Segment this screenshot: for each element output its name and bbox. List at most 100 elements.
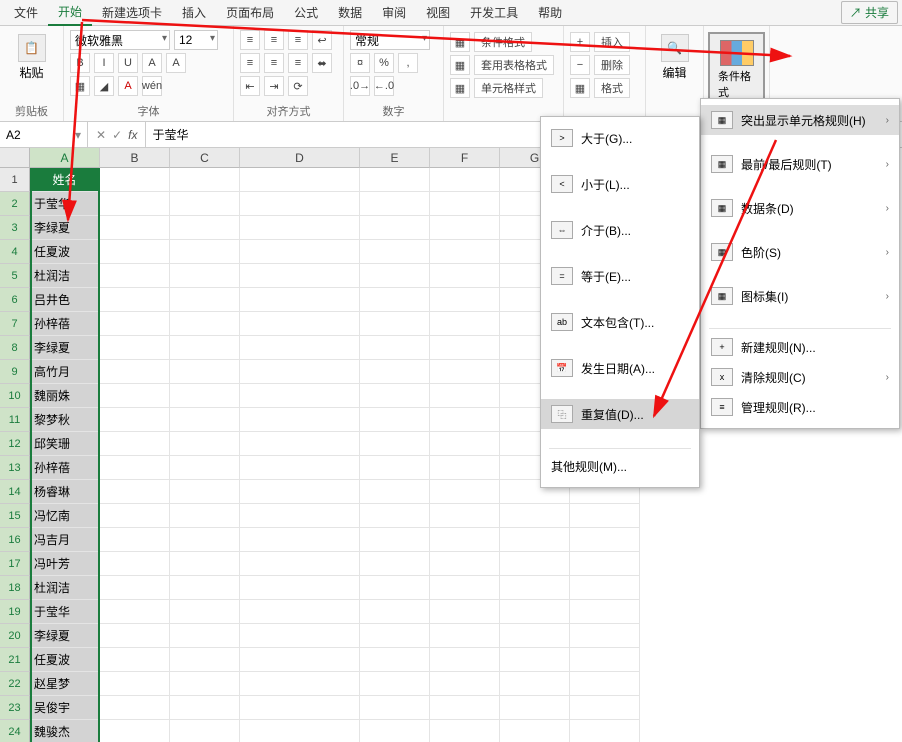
row-header[interactable]: 17: [0, 552, 30, 576]
cell[interactable]: [170, 288, 240, 312]
cell[interactable]: 杜润洁: [30, 264, 100, 288]
cell[interactable]: 李绿夏: [30, 216, 100, 240]
font-name-select[interactable]: 微软雅黑: [70, 30, 170, 50]
cell[interactable]: [100, 216, 170, 240]
cell[interactable]: [170, 456, 240, 480]
cell[interactable]: 杨睿琳: [30, 480, 100, 504]
cell[interactable]: [570, 576, 640, 600]
row-header[interactable]: 21: [0, 648, 30, 672]
row-header[interactable]: 7: [0, 312, 30, 336]
tab-review[interactable]: 审阅: [372, 0, 416, 25]
cell[interactable]: [570, 600, 640, 624]
tab-data[interactable]: 数据: [328, 0, 372, 25]
indent-dec-button[interactable]: ⇤: [240, 76, 260, 96]
edit-button[interactable]: 🔍 编辑: [652, 30, 697, 85]
fx-icon[interactable]: fx: [128, 128, 137, 142]
menu-item[interactable]: +新建规则(N)...: [701, 332, 899, 362]
cell[interactable]: [240, 480, 360, 504]
cell[interactable]: [360, 504, 430, 528]
cell[interactable]: [430, 552, 500, 576]
cell[interactable]: [500, 528, 570, 552]
enter-icon[interactable]: ✓: [112, 128, 122, 142]
cell[interactable]: [430, 648, 500, 672]
wrap-button[interactable]: ↩: [312, 30, 332, 50]
row-header[interactable]: 24: [0, 720, 30, 742]
cell[interactable]: [240, 312, 360, 336]
cell[interactable]: 李绿夏: [30, 336, 100, 360]
cell[interactable]: [240, 432, 360, 456]
cell[interactable]: [430, 480, 500, 504]
row-header[interactable]: 20: [0, 624, 30, 648]
cell[interactable]: [100, 168, 170, 192]
cell[interactable]: [170, 192, 240, 216]
cell[interactable]: 魏骏杰: [30, 720, 100, 742]
cell[interactable]: [360, 456, 430, 480]
cell[interactable]: 杜润洁: [30, 576, 100, 600]
cell[interactable]: 高竹月: [30, 360, 100, 384]
cell[interactable]: 冯忆南: [30, 504, 100, 528]
cell[interactable]: [240, 456, 360, 480]
cell[interactable]: [100, 360, 170, 384]
cell[interactable]: [500, 672, 570, 696]
cell[interactable]: [430, 264, 500, 288]
cell[interactable]: [240, 504, 360, 528]
cell[interactable]: [240, 240, 360, 264]
insert-button[interactable]: 插入: [594, 32, 630, 52]
cell[interactable]: [240, 192, 360, 216]
row-header[interactable]: 15: [0, 504, 30, 528]
tab-help[interactable]: 帮助: [528, 0, 572, 25]
menu-item[interactable]: ▦突出显示单元格规则(H)›: [701, 105, 899, 135]
cell[interactable]: [100, 576, 170, 600]
cell[interactable]: [570, 552, 640, 576]
col-header-C[interactable]: C: [170, 148, 240, 168]
cell[interactable]: [100, 648, 170, 672]
cell[interactable]: 李绿夏: [30, 624, 100, 648]
cell[interactable]: [360, 312, 430, 336]
align-top-button[interactable]: ≡: [240, 30, 260, 50]
cell[interactable]: [570, 696, 640, 720]
cell[interactable]: [240, 600, 360, 624]
merge-button[interactable]: ⬌: [312, 53, 332, 73]
cell[interactable]: [240, 216, 360, 240]
cell[interactable]: [500, 696, 570, 720]
cell[interactable]: [240, 168, 360, 192]
cell[interactable]: [100, 264, 170, 288]
tab-insert[interactable]: 插入: [172, 0, 216, 25]
col-header-B[interactable]: B: [100, 148, 170, 168]
cell[interactable]: [240, 576, 360, 600]
cell[interactable]: 冯叶芳: [30, 552, 100, 576]
orient-button[interactable]: ⟳: [288, 76, 308, 96]
row-header[interactable]: 9: [0, 360, 30, 384]
cell[interactable]: [430, 240, 500, 264]
row-header[interactable]: 16: [0, 528, 30, 552]
cell[interactable]: [100, 600, 170, 624]
row-header[interactable]: 10: [0, 384, 30, 408]
indent-inc-button[interactable]: ⇥: [264, 76, 284, 96]
cell[interactable]: [430, 288, 500, 312]
align-mid-button[interactable]: ≡: [264, 30, 284, 50]
row-header[interactable]: 14: [0, 480, 30, 504]
cell[interactable]: [240, 408, 360, 432]
cell[interactable]: [100, 408, 170, 432]
cell[interactable]: [430, 360, 500, 384]
cell[interactable]: [360, 648, 430, 672]
align-center-button[interactable]: ≡: [264, 53, 284, 73]
menu-item[interactable]: ▦最前/最后规则(T)›: [701, 149, 899, 179]
row-header[interactable]: 2: [0, 192, 30, 216]
cell[interactable]: [430, 720, 500, 742]
cell[interactable]: 任夏波: [30, 240, 100, 264]
cell[interactable]: [240, 336, 360, 360]
cancel-icon[interactable]: ✕: [96, 128, 106, 142]
cell[interactable]: [170, 432, 240, 456]
cell[interactable]: [570, 672, 640, 696]
cell[interactable]: [570, 504, 640, 528]
cell[interactable]: [360, 672, 430, 696]
cellstyle-button[interactable]: 单元格样式: [474, 78, 543, 98]
cell[interactable]: [170, 264, 240, 288]
row-header[interactable]: 23: [0, 696, 30, 720]
dec-dec-button[interactable]: ←.0: [374, 76, 394, 96]
tab-file[interactable]: 文件: [4, 0, 48, 25]
cell[interactable]: [360, 264, 430, 288]
row-header[interactable]: 22: [0, 672, 30, 696]
cell[interactable]: [170, 600, 240, 624]
